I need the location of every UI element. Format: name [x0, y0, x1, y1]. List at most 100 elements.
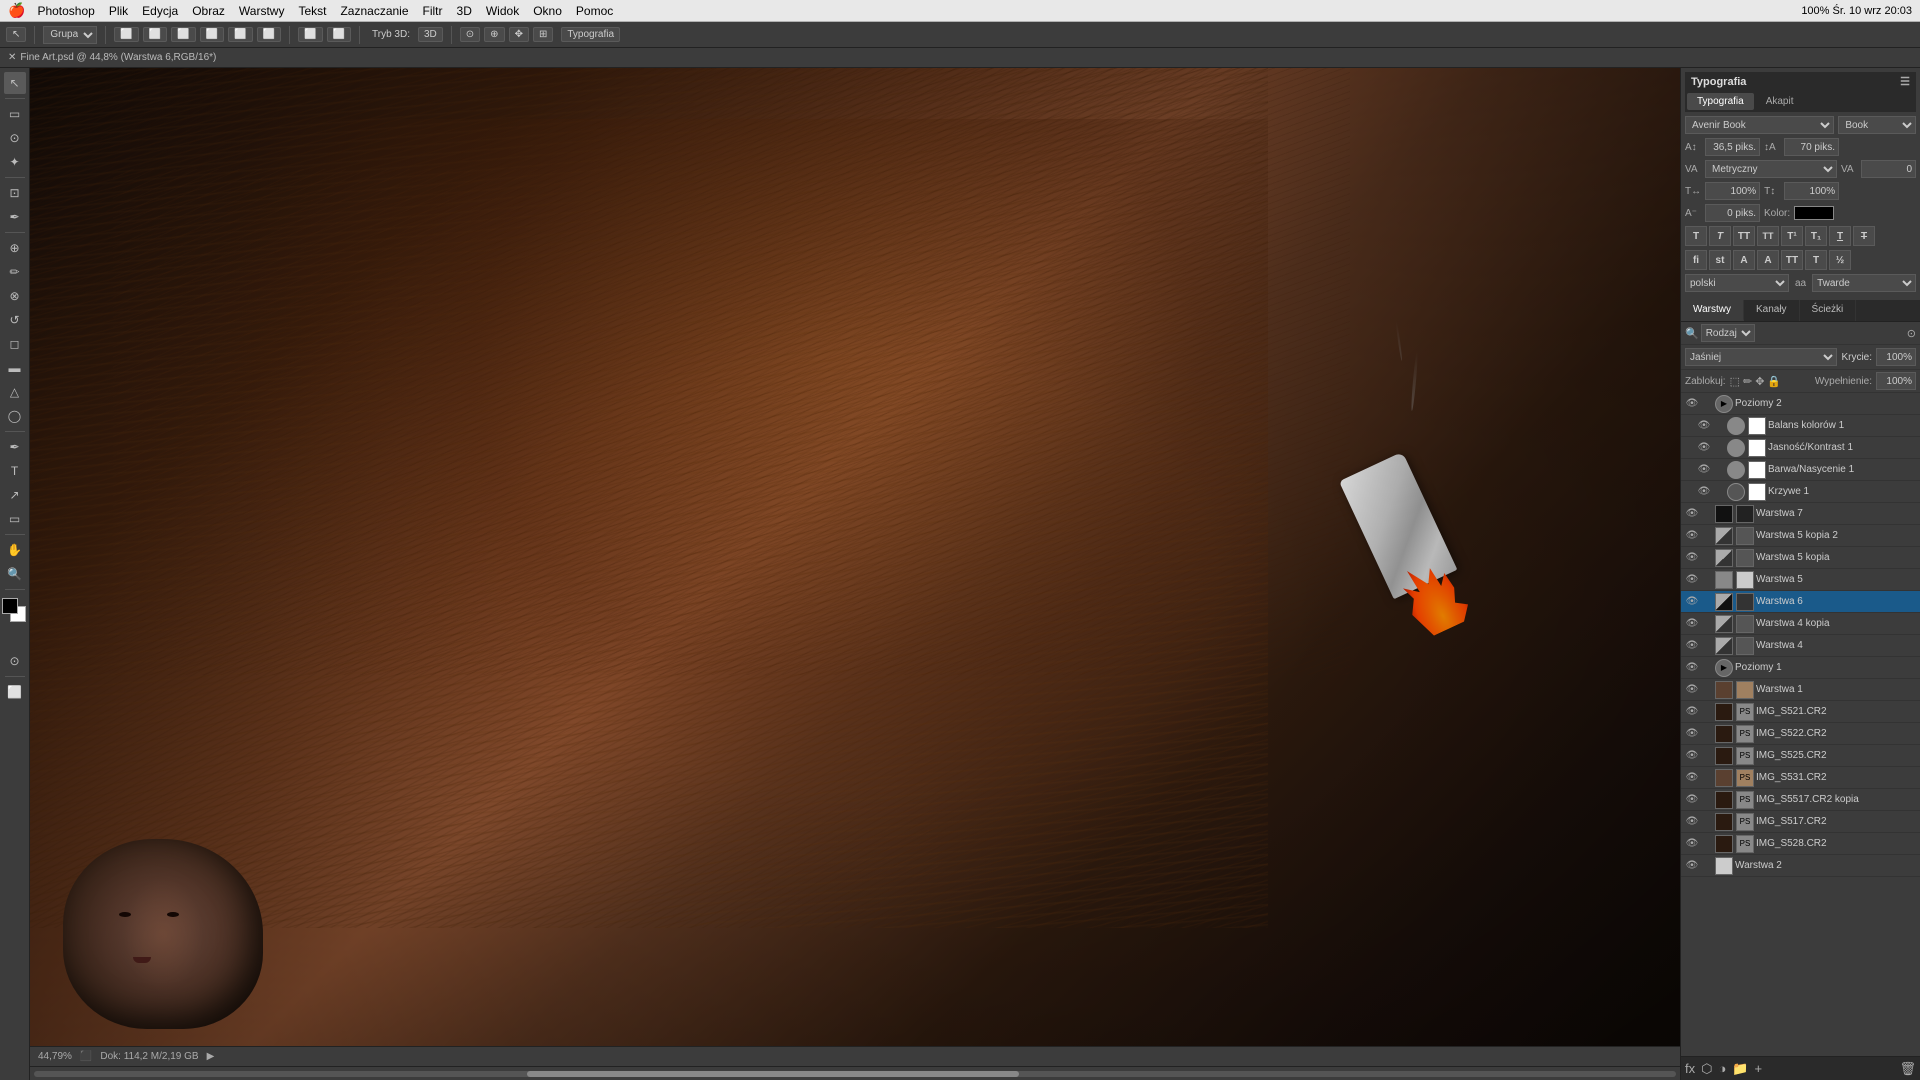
close-doc-icon[interactable]: ✕	[8, 52, 16, 63]
fill-input[interactable]	[1876, 372, 1916, 390]
layer-item-img517k[interactable]: 👁 PS IMG_S5517.CR2 kopia	[1681, 789, 1920, 811]
layer-item-img525[interactable]: 👁 PS IMG_S525.CR2	[1681, 745, 1920, 767]
canvas-scrollbar-horizontal[interactable]	[30, 1066, 1680, 1080]
vis-poziomy2[interactable]: 👁	[1685, 397, 1699, 411]
baseline-input[interactable]	[1705, 204, 1760, 222]
filter-toggle-icon[interactable]: ⊙	[1907, 327, 1916, 340]
sub-btn[interactable]: T₁	[1805, 226, 1827, 246]
zoom-icon[interactable]: 🔍	[4, 563, 26, 585]
menu-warstwy[interactable]: Warstwy	[239, 4, 285, 18]
add-mask-button[interactable]: ⬡	[1701, 1061, 1712, 1077]
kerning-input[interactable]	[1861, 160, 1916, 178]
distribute-h-btn[interactable]: ⬜	[298, 27, 322, 42]
fx-button[interactable]: fx	[1685, 1061, 1695, 1076]
magic-wand-icon[interactable]: ✦	[4, 151, 26, 173]
vis-balans[interactable]: 👁	[1697, 419, 1711, 433]
menu-photoshop[interactable]: Photoshop	[37, 4, 94, 18]
layer-item-img522[interactable]: 👁 PS IMG_S522.CR2	[1681, 723, 1920, 745]
canvas-area[interactable]: 44,79% ⬛ Dok: 114,2 M/2,19 GB ▶	[30, 68, 1680, 1080]
tab-sciezki[interactable]: Ścieżki	[1800, 300, 1857, 321]
vis-img531[interactable]: 👁	[1685, 771, 1699, 785]
vis-w4k[interactable]: 👁	[1685, 617, 1699, 631]
align-left-btn[interactable]: ⬜	[114, 27, 138, 42]
scale-v-input[interactable]	[1784, 182, 1839, 200]
vis-w5k[interactable]: 👁	[1685, 551, 1699, 565]
group-button[interactable]: 📁	[1732, 1061, 1748, 1077]
menu-tekst[interactable]: Tekst	[298, 4, 326, 18]
lock-pixels-btn[interactable]: ⬚	[1730, 375, 1740, 388]
move-tool-btn[interactable]: ↖	[6, 27, 26, 42]
layer-item-w2[interactable]: 👁 Warstwa 2	[1681, 855, 1920, 877]
type-icon[interactable]: T	[4, 460, 26, 482]
layer-item-w7[interactable]: 👁 Warstwa 7	[1681, 503, 1920, 525]
layer-item-img531[interactable]: 👁 PS IMG_S531.CR2	[1681, 767, 1920, 789]
align-center-btn[interactable]: ⬜	[143, 27, 167, 42]
fraction-btn[interactable]: ½	[1829, 250, 1851, 270]
vis-w7[interactable]: 👁	[1685, 507, 1699, 521]
vis-img525[interactable]: 👁	[1685, 749, 1699, 763]
foreground-color[interactable]	[2, 598, 18, 614]
move-tool-icon[interactable]: ↖	[4, 72, 26, 94]
layer-item-img528[interactable]: 👁 PS IMG_S528.CR2	[1681, 833, 1920, 855]
bold-btn[interactable]: T	[1685, 226, 1707, 246]
heal-icon[interactable]: ⊕	[4, 237, 26, 259]
blur-icon[interactable]: △	[4, 381, 26, 403]
delete-layer-button[interactable]: 🗑	[1899, 1061, 1916, 1077]
zoom-expand-icon[interactable]: ⬛	[80, 1051, 92, 1062]
font-style-select[interactable]: Book	[1838, 116, 1916, 134]
tab-akapit[interactable]: Akapit	[1756, 93, 1804, 110]
stamp-icon[interactable]: ⊗	[4, 285, 26, 307]
vis-w6[interactable]: 👁	[1685, 595, 1699, 609]
alt-a2-btn[interactable]: A	[1757, 250, 1779, 270]
vis-barwa[interactable]: 👁	[1697, 463, 1711, 477]
layer-item-w5k[interactable]: 👁 Warstwa 5 kopia	[1681, 547, 1920, 569]
3d-btn[interactable]: 3D	[418, 27, 443, 42]
menu-3d[interactable]: 3D	[457, 4, 472, 18]
tracking-type-select[interactable]: Metryczny	[1705, 160, 1837, 178]
layer-item-w5[interactable]: 👁 Warstwa 5	[1681, 569, 1920, 591]
vis-img521[interactable]: 👁	[1685, 705, 1699, 719]
layer-item-poziomy2[interactable]: 👁 ▶ Poziomy 2	[1681, 393, 1920, 415]
vis-img528[interactable]: 👁	[1685, 837, 1699, 851]
menu-pomoc[interactable]: Pomoc	[576, 4, 613, 18]
dodge-icon[interactable]: ◯	[4, 405, 26, 427]
font-size-input[interactable]	[1705, 138, 1760, 156]
italic-btn[interactable]: T	[1709, 226, 1731, 246]
layer-item-balans[interactable]: 👁 Balans kolorów 1	[1681, 415, 1920, 437]
history-brush-icon[interactable]: ↺	[4, 309, 26, 331]
align-bottom-btn[interactable]: ⬜	[257, 27, 281, 42]
vis-w4[interactable]: 👁	[1685, 639, 1699, 653]
underline-btn[interactable]: T	[1829, 226, 1851, 246]
shape-icon[interactable]: ▭	[4, 508, 26, 530]
puppet-btn[interactable]: ✥	[509, 27, 529, 42]
menu-zaznaczanie[interactable]: Zaznaczanie	[340, 4, 408, 18]
menu-widok[interactable]: Widok	[486, 4, 519, 18]
play-button[interactable]: ▶	[207, 1051, 215, 1062]
lock-move-btn[interactable]: ✥	[1755, 375, 1764, 388]
vis-img517[interactable]: 👁	[1685, 815, 1699, 829]
smallcaps-btn[interactable]: TT	[1757, 226, 1779, 246]
layer-item-jasnosc[interactable]: 👁 Jasność/Kontrast 1	[1681, 437, 1920, 459]
layer-item-w6[interactable]: 👁 Warstwa 6	[1681, 591, 1920, 613]
layer-item-img521[interactable]: 👁 PS IMG_S521.CR2	[1681, 701, 1920, 723]
group-select[interactable]: Grupa	[43, 26, 97, 44]
quick-mask-icon[interactable]: ⊙	[4, 650, 26, 672]
adjustment-button[interactable]: ◑	[1718, 1061, 1726, 1076]
alt-a-btn[interactable]: A	[1733, 250, 1755, 270]
layer-item-w1[interactable]: 👁 Warstwa 1	[1681, 679, 1920, 701]
hand-icon[interactable]: ✋	[4, 539, 26, 561]
fractional-btn[interactable]: TT	[1781, 250, 1803, 270]
warp-btn[interactable]: ⊕	[484, 27, 504, 42]
pen-icon[interactable]: ✒	[4, 436, 26, 458]
layer-item-img517[interactable]: 👁 PS IMG_S517.CR2	[1681, 811, 1920, 833]
transform-btn[interactable]: ⊙	[460, 27, 480, 42]
lasso-icon[interactable]: ⊙	[4, 127, 26, 149]
fi-ligature-btn[interactable]: fi	[1685, 250, 1707, 270]
lock-all-btn[interactable]: 🔒	[1767, 375, 1781, 388]
layer-filter-type[interactable]: Rodzaj	[1701, 324, 1755, 342]
brush-icon[interactable]: ✏	[4, 261, 26, 283]
strikethrough-btn[interactable]: T	[1853, 226, 1875, 246]
menu-plik[interactable]: Plik	[109, 4, 128, 18]
scroll-track[interactable]	[34, 1071, 1676, 1077]
menu-filtr[interactable]: Filtr	[423, 4, 443, 18]
